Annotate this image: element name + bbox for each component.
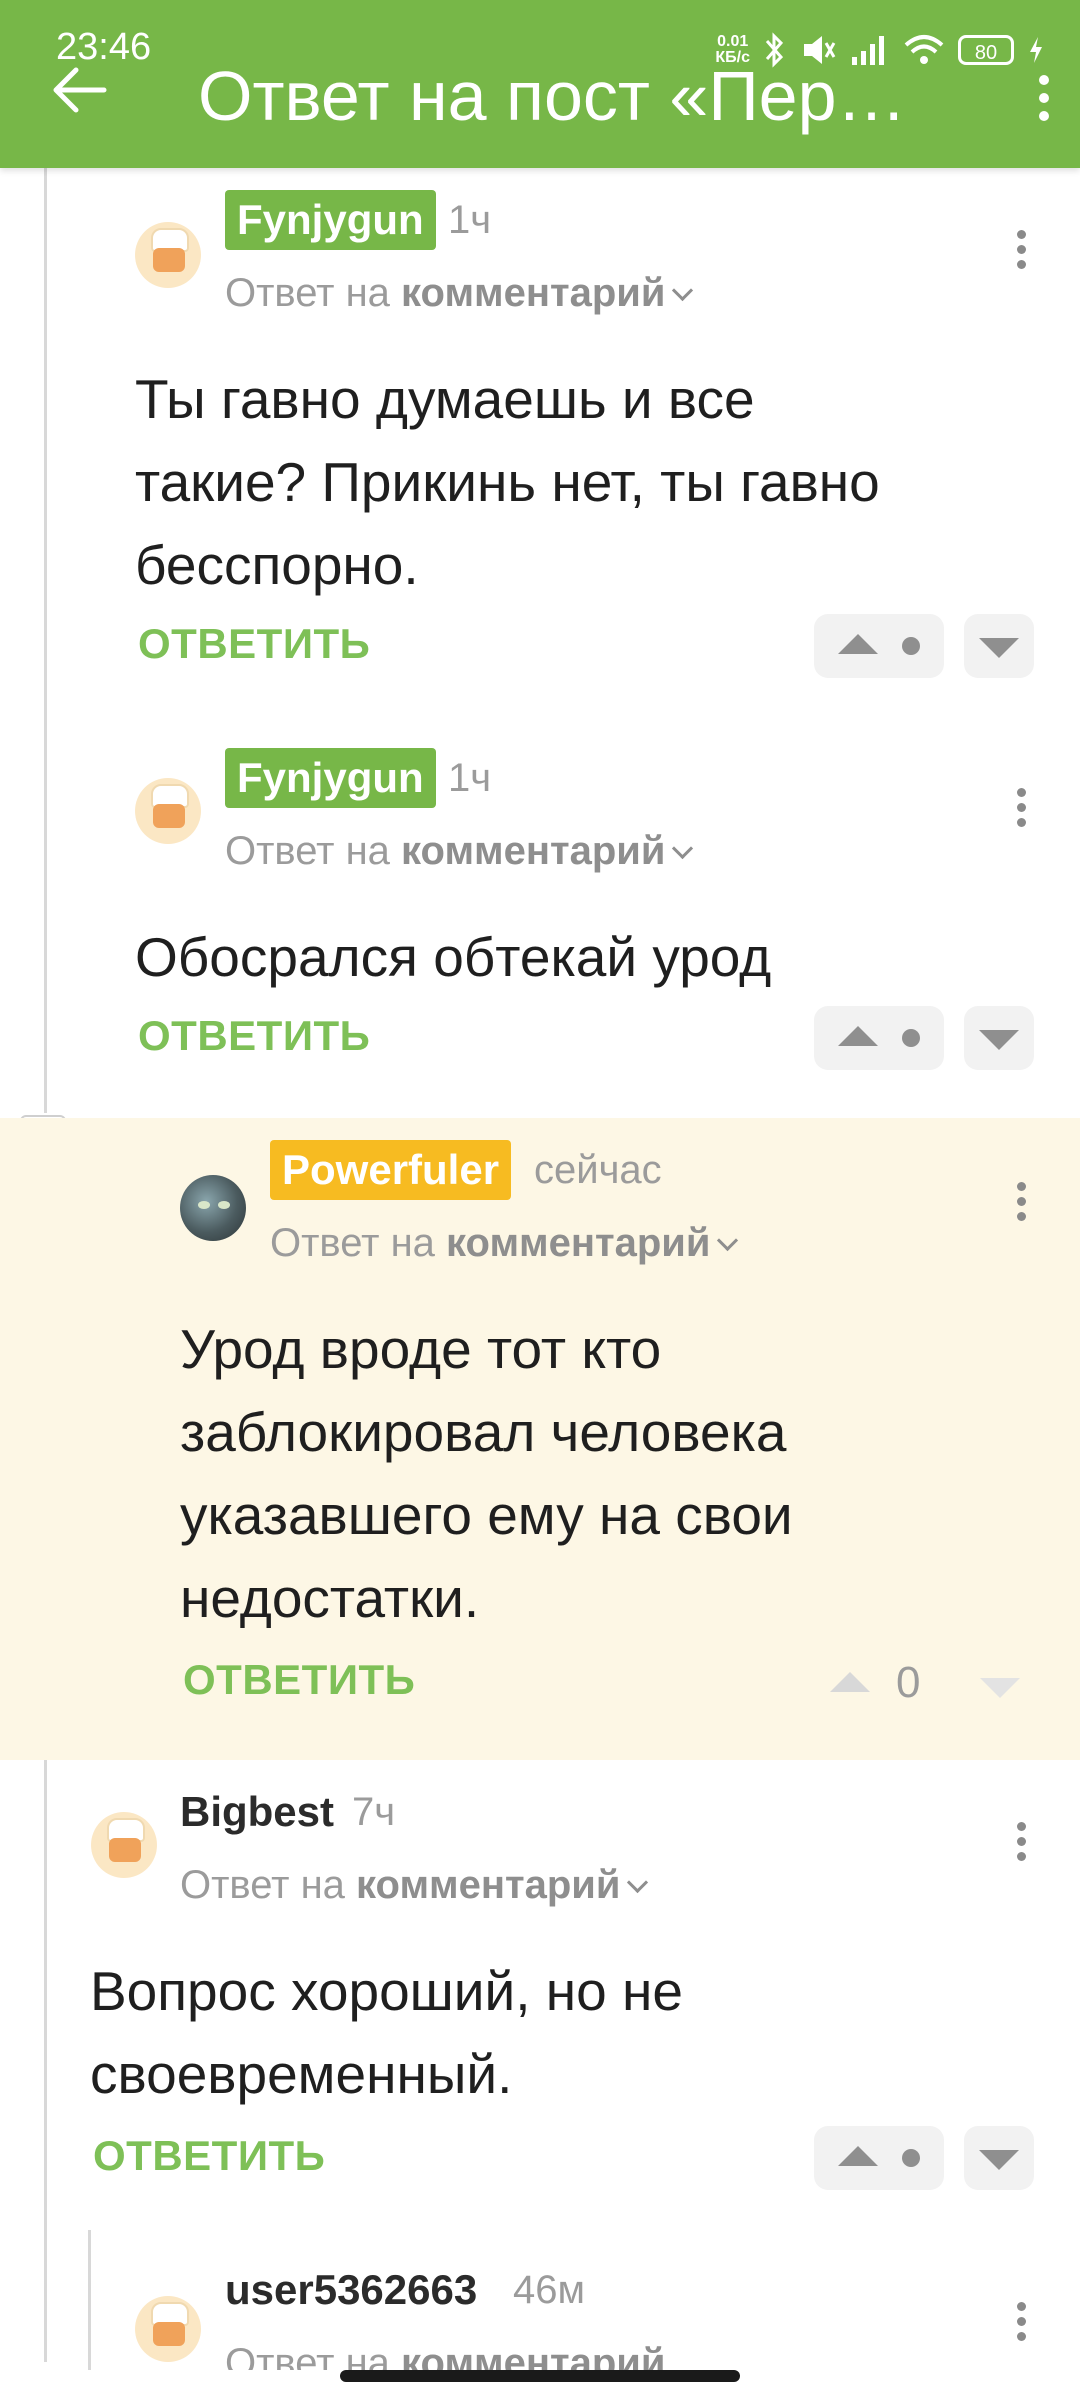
- rating-dot-icon: [902, 637, 920, 655]
- avatar[interactable]: [180, 1175, 246, 1241]
- comment-text: Ты гавно думаешь и все такие? Прикинь нет…: [135, 368, 880, 596]
- reply-prefix: Ответ на: [180, 1863, 345, 1907]
- arrow-down-icon: [979, 1030, 1019, 1050]
- comment-menu-icon[interactable]: [1011, 1822, 1031, 1872]
- comment-text: Обосрался обтекай урод: [135, 926, 772, 988]
- chevron-down-icon: [627, 1871, 649, 1894]
- author-name[interactable]: Fynjygun: [225, 748, 436, 808]
- rating-dot-icon: [902, 1029, 920, 1047]
- arrow-up-icon: [838, 634, 878, 654]
- avatar[interactable]: [135, 778, 201, 844]
- author-name[interactable]: Bigbest: [180, 1782, 334, 1842]
- author-name[interactable]: Fynjygun: [225, 190, 436, 250]
- downvote-button[interactable]: [964, 2126, 1034, 2190]
- reply-prefix: Ответ на: [225, 2341, 390, 2370]
- author-name[interactable]: user5362663: [225, 2260, 477, 2320]
- avatar[interactable]: [135, 222, 201, 288]
- upvote-control[interactable]: [814, 2126, 944, 2190]
- avatar[interactable]: [91, 1812, 157, 1878]
- avatar[interactable]: [135, 2296, 201, 2362]
- comment-menu-icon[interactable]: [1011, 1182, 1031, 1232]
- comment: Fynjygun 1ч Ответ на комментарий Ты гавн…: [0, 168, 1080, 708]
- arrow-up-icon: [838, 2146, 878, 2166]
- reply-prefix: Ответ на: [225, 271, 390, 315]
- comment: Bigbest 7ч Ответ на комментарий Вопрос х…: [0, 1760, 1080, 2190]
- downvote-button[interactable]: [964, 1006, 1034, 1070]
- comment-text: Урод вроде тот кто заблокировал человека у…: [180, 1318, 793, 1629]
- reply-target: комментарий: [401, 2341, 666, 2370]
- comment-menu-icon[interactable]: [1011, 2302, 1031, 2352]
- upvote-control[interactable]: [814, 1006, 944, 1070]
- reply-target: комментарий: [446, 1221, 711, 1265]
- comment-menu-icon[interactable]: [1011, 788, 1031, 838]
- comment: user5362663 46м Ответ на комментарий: [0, 2230, 1080, 2370]
- battery-indicator: 80: [958, 35, 1014, 65]
- reply-target: комментарий: [401, 829, 666, 873]
- arrow-down-icon: [979, 2150, 1019, 2170]
- home-indicator[interactable]: [340, 2370, 740, 2382]
- comment-time: сейчас: [534, 1148, 662, 1192]
- reply-target: комментарий: [401, 271, 666, 315]
- reply-to-link[interactable]: Ответ на комментарий: [180, 1860, 649, 1910]
- charging-icon: [1030, 37, 1042, 63]
- more-menu-icon[interactable]: [1024, 68, 1064, 128]
- reply-prefix: Ответ на: [270, 1221, 435, 1265]
- comment-menu-icon[interactable]: [1011, 230, 1031, 280]
- comment-time: 46м: [513, 2268, 585, 2312]
- reply-to-link[interactable]: Ответ на комментарий: [225, 826, 694, 876]
- arrow-down-icon: [979, 638, 1019, 658]
- chevron-down-icon: [717, 1229, 739, 1252]
- comment-text: Вопрос хороший, но не своевременный.: [90, 1960, 683, 2105]
- chevron-down-icon: [672, 279, 694, 302]
- reply-button[interactable]: ОТВЕТИТЬ: [138, 620, 370, 668]
- rating-dot-icon: [902, 2149, 920, 2167]
- app-bar: 23:46 0.01 КБ/с 80 Ответ на пост «Пер…: [0, 0, 1080, 168]
- reply-target: комментарий: [356, 1863, 621, 1907]
- upvote-control[interactable]: [814, 614, 944, 678]
- reply-to-link[interactable]: Ответ на комментарий: [270, 1218, 739, 1268]
- comment-highlighted: Powerfuler сейчас Ответ на комментарий У…: [0, 1118, 1080, 1760]
- arrow-up-icon[interactable]: [830, 1672, 870, 1692]
- back-arrow-icon[interactable]: [50, 60, 110, 120]
- reply-button[interactable]: ОТВЕТИТЬ: [138, 1012, 370, 1060]
- arrow-down-icon[interactable]: [980, 1678, 1020, 1698]
- rating-score: 0: [896, 1658, 921, 1707]
- comment-time: 7ч: [352, 1790, 396, 1834]
- reply-to-link[interactable]: Ответ на комментарий: [225, 2338, 665, 2370]
- comment-time: 1ч: [448, 198, 492, 242]
- author-name[interactable]: Powerfuler: [270, 1140, 512, 1200]
- reply-to-link[interactable]: Ответ на комментарий: [225, 268, 694, 318]
- page-title: Ответ на пост «Пер…: [198, 57, 907, 135]
- arrow-up-icon: [838, 1026, 878, 1046]
- comment-time: 1ч: [448, 756, 492, 800]
- reply-prefix: Ответ на: [225, 829, 390, 873]
- comment: Fynjygun 1ч Ответ на комментарий Обосрал…: [0, 726, 1080, 1116]
- reply-button[interactable]: ОТВЕТИТЬ: [183, 1656, 415, 1704]
- reply-button[interactable]: ОТВЕТИТЬ: [93, 2132, 325, 2180]
- chevron-down-icon: [672, 837, 694, 860]
- downvote-button[interactable]: [964, 614, 1034, 678]
